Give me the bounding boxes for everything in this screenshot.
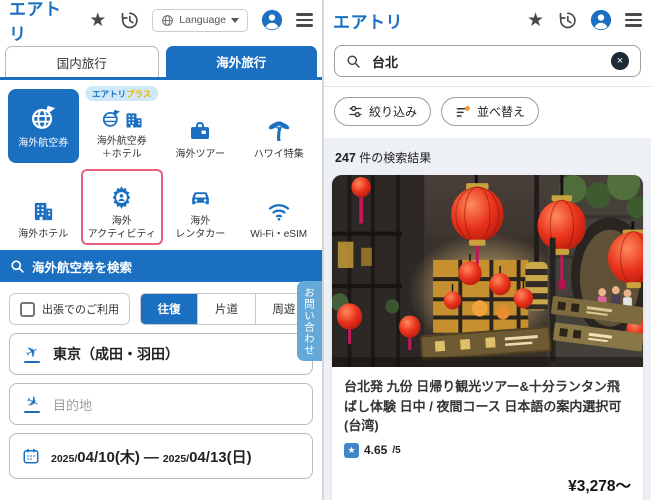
tile-label: 海外ホテル	[18, 229, 69, 240]
origin-value: 東京（成田・羽田）	[53, 346, 179, 362]
trip-type-selector: 往復 片道 周遊	[140, 293, 313, 325]
result-card[interactable]: 台北発 九份 日帰り観光ツアー&十分ランタン飛ばし体験 日中 / 夜間コース 日…	[332, 175, 643, 500]
destination-input[interactable]: ✈ 目的地	[9, 383, 313, 425]
date-range-input[interactable]: 2025/04/10(木) —2025/04/13(日)	[9, 433, 313, 479]
business-use-checkbox-card[interactable]: 出張でのご利用	[9, 293, 130, 325]
flight-search-header: 海外航空券を検索	[0, 250, 322, 282]
tile-label: ハワイ特集	[253, 149, 304, 160]
airtrip-logo: エアトリ	[333, 12, 403, 32]
tile-label: 海外 レンタカー	[175, 216, 226, 240]
chevron-down-icon	[231, 17, 239, 23]
trip-type-oneway[interactable]: 片道	[197, 294, 255, 324]
tab-domestic-travel[interactable]: 国内旅行	[5, 46, 159, 77]
rating-max: /5	[392, 444, 401, 456]
date-range-value: 2025/04/10(木) —2025/04/13(日)	[51, 448, 252, 466]
plane-takeoff-icon: ✈	[22, 341, 42, 364]
favorites-star-icon[interactable]: ★	[527, 11, 544, 30]
business-use-label: 出張でのご利用	[42, 304, 119, 316]
tile-wifi-esim[interactable]: Wi-Fi・eSIM	[240, 171, 319, 243]
sort-label: 並べ替え	[477, 105, 526, 119]
sort-icon	[456, 105, 470, 117]
clear-search-icon[interactable]: ×	[611, 52, 629, 70]
filter-sort-row: 絞り込み 並べ替え	[324, 87, 651, 138]
result-title: 台北発 九份 日帰り観光ツアー&十分ランタン飛ばし体験 日中 / 夜間コース 日…	[344, 379, 622, 433]
tile-overseas-tours[interactable]: 海外ツアー	[161, 89, 240, 163]
flight-search-title: 海外航空券を検索	[32, 260, 133, 275]
tab-overseas-travel[interactable]: 海外旅行	[165, 46, 317, 77]
result-card-body: 台北発 九份 日帰り観光ツアー&十分ランタン飛ばし体験 日中 / 夜間コース 日…	[332, 367, 643, 500]
globe-icon	[162, 14, 174, 26]
menu-icon[interactable]	[625, 13, 642, 27]
sort-button[interactable]: 並べ替え	[441, 97, 540, 126]
favorites-star-icon[interactable]: ★	[89, 11, 106, 30]
keyword-search-wrap: 台北 ×	[324, 40, 651, 86]
tile-overseas-hotels[interactable]: 海外ホテル	[4, 171, 83, 243]
history-icon[interactable]	[119, 10, 139, 30]
app-window: エアトリ ★ Language 国内旅行 海外旅行 海外航空券 エアトリプラス …	[0, 0, 651, 500]
search-value: 台北	[372, 54, 399, 70]
globe-plane-building-icon	[100, 100, 144, 130]
airtrip-logo: エアトリ	[9, 0, 62, 44]
filter-label: 絞り込み	[369, 105, 418, 119]
building-icon	[32, 193, 55, 223]
price-label: ¥3,278～	[568, 477, 631, 495]
tile-overseas-flights[interactable]: 海外航空券	[8, 89, 79, 163]
tile-hawaii-special[interactable]: ハワイ特集	[240, 89, 319, 163]
travel-type-tabs: 国内旅行 海外旅行	[0, 40, 322, 80]
profile-icon[interactable]	[261, 9, 283, 31]
flight-search-form: 出張でのご利用 往復 片道 周遊 ✈ 東京（成田・羽田） ✈ 目的地 2025/…	[0, 282, 322, 490]
results-count-line: 247 件の検索結果	[335, 151, 432, 165]
history-icon[interactable]	[557, 10, 577, 30]
menu-icon[interactable]	[296, 13, 313, 27]
keyword-search-input[interactable]: 台北 ×	[334, 45, 641, 77]
search-icon	[347, 54, 360, 68]
briefcase-icon	[188, 113, 212, 143]
language-label: Language	[179, 14, 226, 26]
service-grid: 海外航空券 エアトリプラス 海外航空券 ＋ホテル 海外ツアー ハワイ特集 海外ホ…	[0, 80, 322, 247]
rating-star-icon: ★	[344, 442, 359, 458]
filter-button[interactable]: 絞り込み	[334, 97, 432, 126]
flight-search-panel: エアトリ ★ Language 国内旅行 海外旅行 海外航空券 エアトリプラス …	[0, 0, 324, 500]
language-selector[interactable]: Language	[152, 8, 248, 32]
trip-type-roundtrip[interactable]: 往復	[141, 294, 198, 324]
tile-overseas-rental-car[interactable]: 海外 レンタカー	[161, 171, 240, 243]
contact-us-tab[interactable]: お問い合わせ	[297, 281, 322, 361]
tile-flight-plus-hotel[interactable]: エアトリプラス 海外航空券 ＋ホテル	[83, 86, 162, 163]
tile-overseas-activities[interactable]: 海外 アクティビティ	[83, 171, 162, 243]
filter-tune-icon	[349, 105, 362, 118]
activity-gear-icon	[109, 180, 134, 210]
plane-landing-icon: ✈	[22, 391, 42, 414]
right-header: エアトリ ★	[324, 0, 651, 40]
destination-placeholder: 目的地	[53, 397, 93, 413]
checkbox[interactable]	[20, 301, 35, 317]
tile-label: 海外ツアー	[175, 149, 225, 160]
calendar-icon	[23, 448, 39, 464]
profile-icon[interactable]	[590, 9, 612, 31]
wifi-icon	[266, 193, 292, 223]
left-header: エアトリ ★ Language	[0, 0, 322, 44]
search-icon	[11, 259, 24, 273]
jiufen-lanterns-image	[332, 175, 643, 367]
airtrip-plus-badge: エアトリプラス	[85, 86, 159, 101]
rating-row: ★ 4.65 /5	[344, 442, 631, 458]
tile-label: 海外航空券	[18, 138, 69, 149]
tile-label: Wi-Fi・eSIM	[250, 229, 308, 240]
tile-label: 海外航空券 ＋ホテル	[96, 136, 147, 160]
activity-search-panel: エアトリ ★ 台北 × すべて (247) ツアー (29) 遊び・体験 (10…	[324, 0, 651, 500]
globe-plane-icon	[28, 102, 58, 132]
origin-input[interactable]: ✈ 東京（成田・羽田）	[9, 333, 313, 375]
tile-label: 海外 アクティビティ	[87, 216, 156, 240]
palm-tree-icon	[267, 113, 291, 143]
car-icon	[188, 180, 213, 210]
results-area: 247 件の検索結果 台北発 九份 日帰り観光ツアー&十分ランタン飛ばし体験 日…	[324, 138, 651, 500]
rating-value: 4.65	[364, 443, 388, 457]
